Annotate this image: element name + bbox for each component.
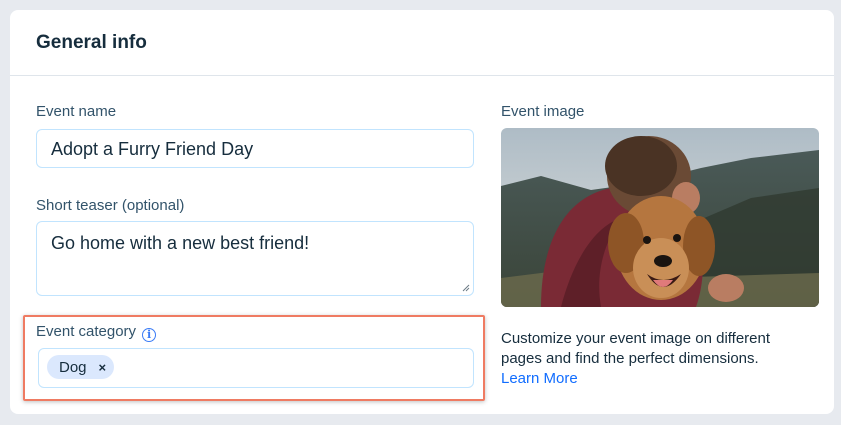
short-teaser-label: Short teaser (optional) bbox=[36, 197, 185, 214]
event-photo bbox=[501, 128, 819, 307]
card-header: General info bbox=[10, 10, 834, 76]
event-image-help-text: Customize your event image on different … bbox=[501, 330, 771, 367]
learn-more-link[interactable]: Learn More bbox=[501, 369, 811, 389]
short-teaser-value: Go home with a new best friend! bbox=[51, 233, 310, 253]
event-name-label: Event name bbox=[36, 103, 117, 120]
event-name-value: Adopt a Furry Friend Day bbox=[51, 139, 254, 159]
short-teaser-textarea[interactable]: Go home with a new best friend! bbox=[36, 221, 474, 296]
event-image[interactable] bbox=[501, 128, 819, 307]
card-title: General info bbox=[36, 31, 147, 53]
event-category-highlight bbox=[23, 315, 485, 401]
event-image-label: Event image bbox=[501, 103, 585, 120]
resize-grip-icon[interactable] bbox=[462, 284, 470, 292]
event-image-help: Customize your event image on different … bbox=[501, 329, 811, 389]
event-name-input[interactable]: Adopt a Furry Friend Day bbox=[36, 129, 474, 168]
